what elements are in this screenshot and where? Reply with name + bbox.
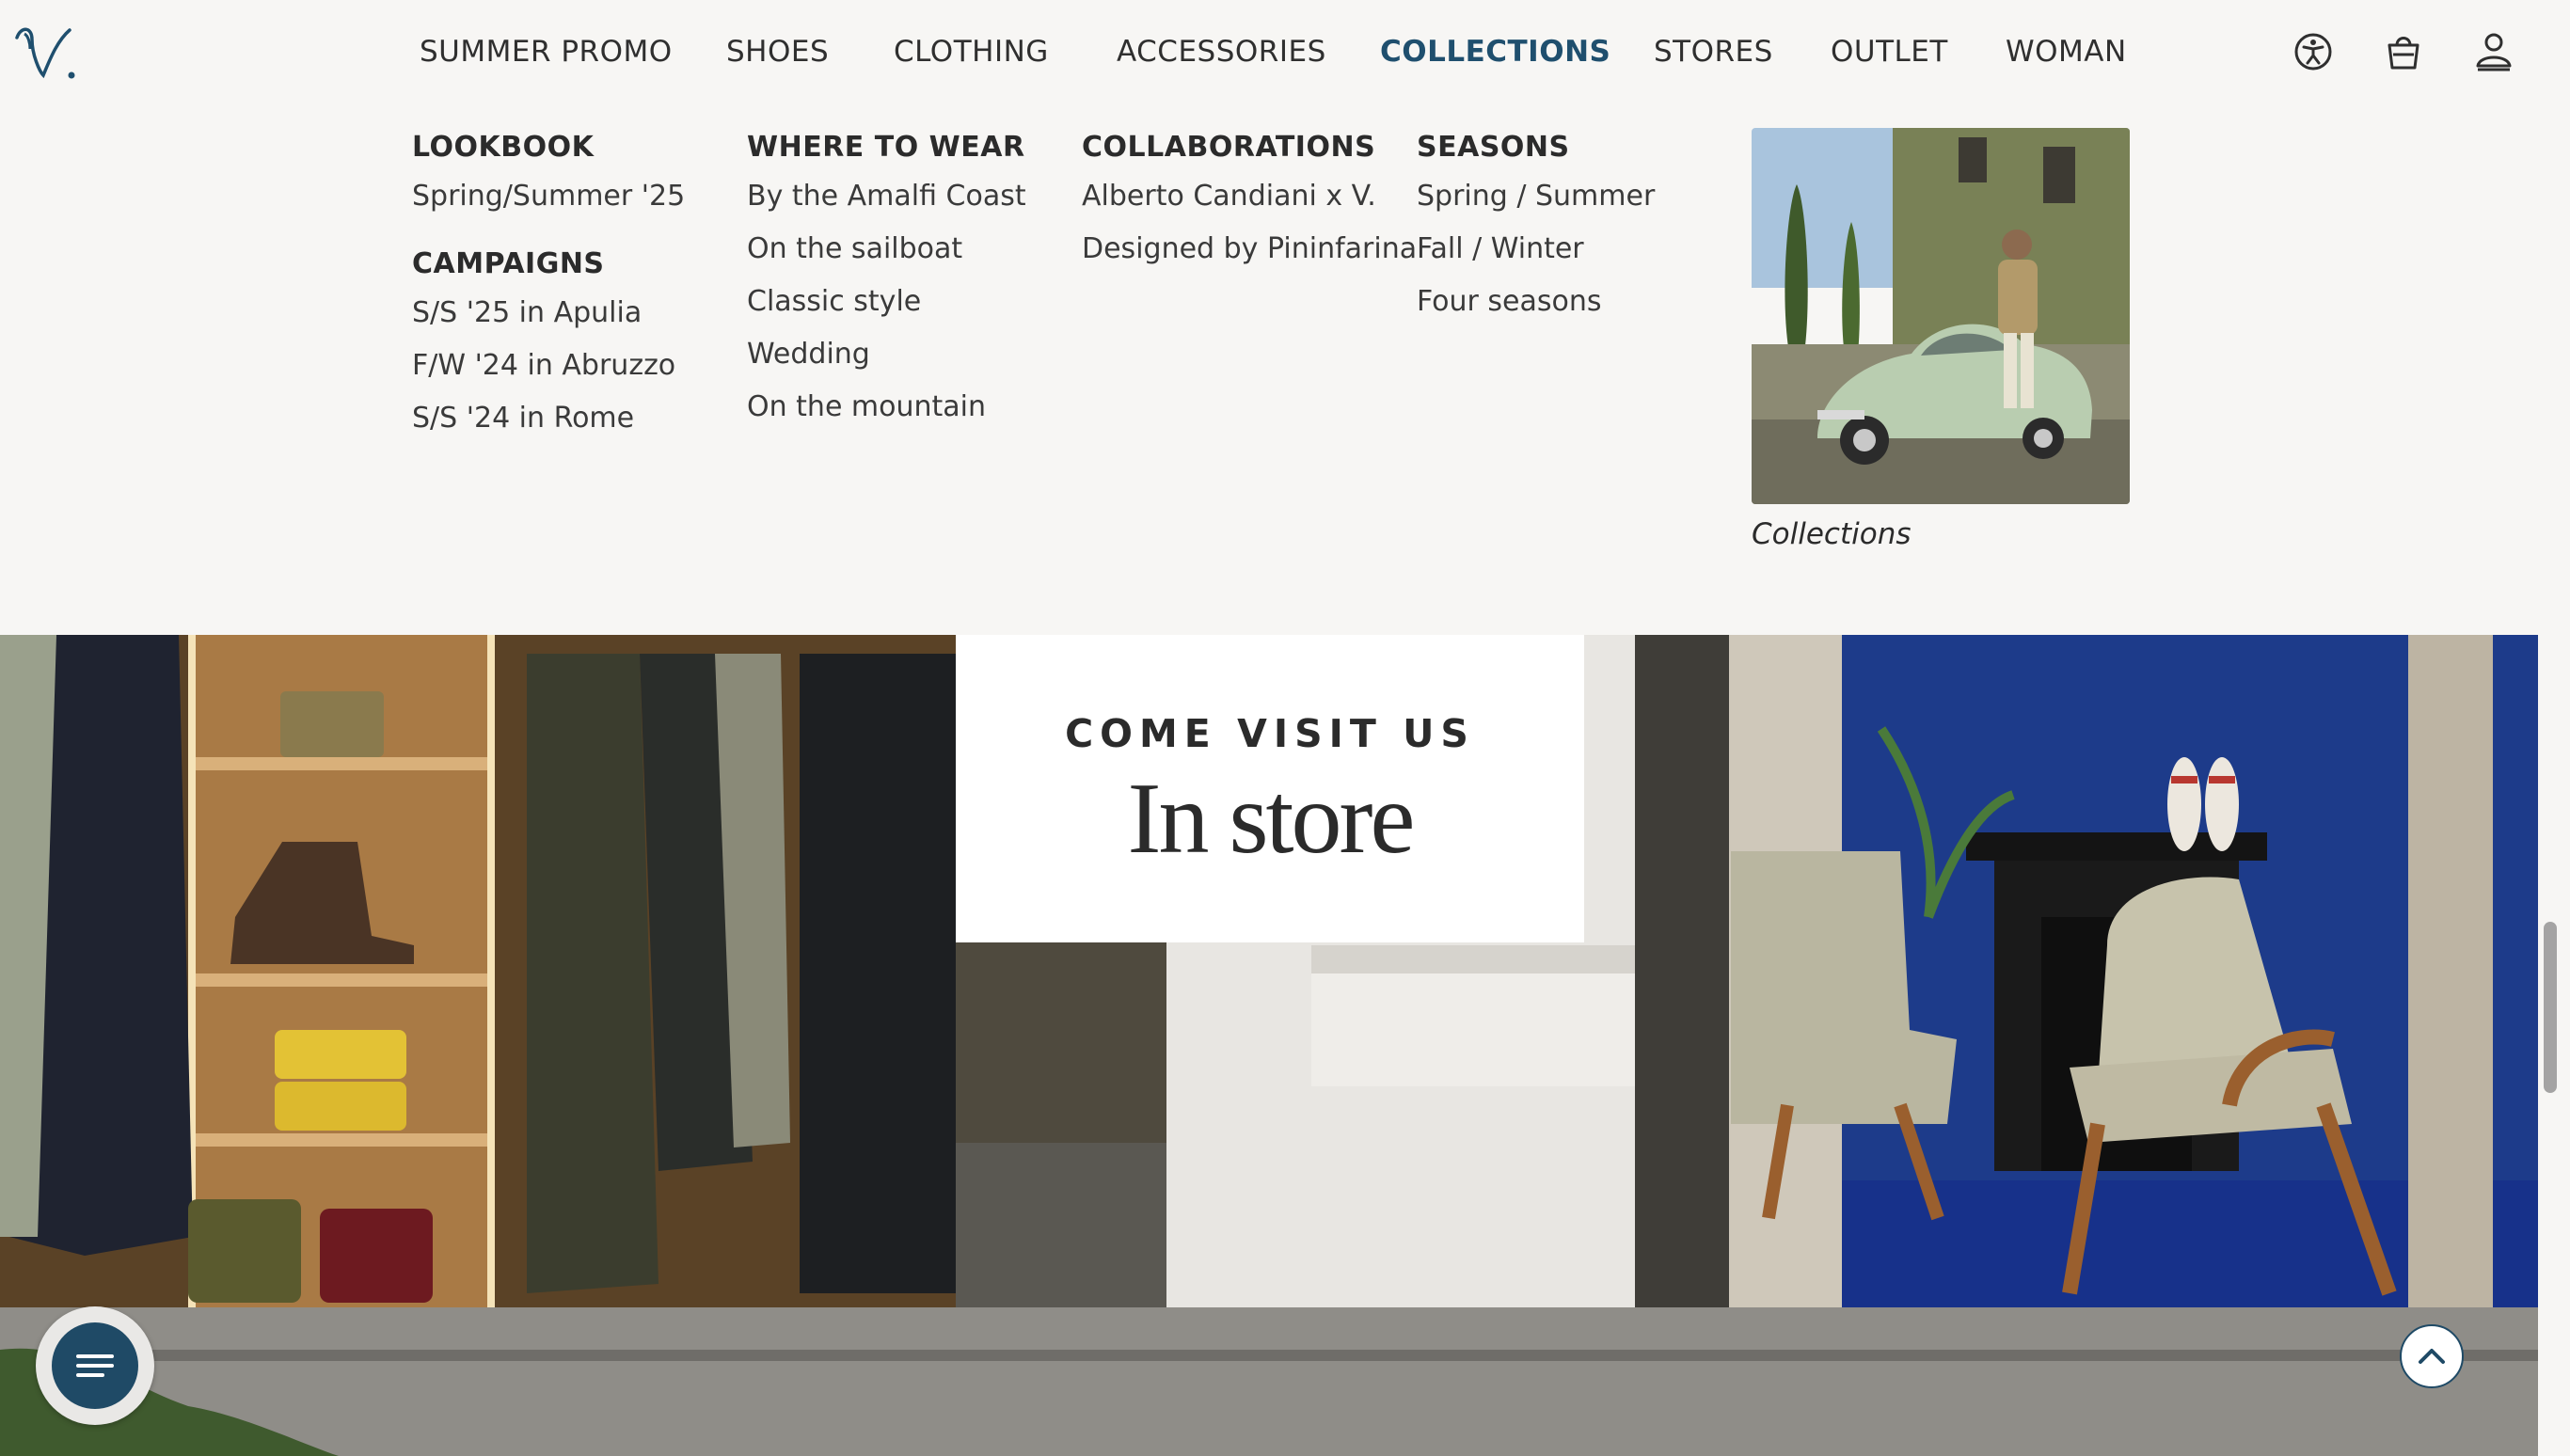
menu-column-seasons: SEASONS Spring / Summer Fall / Winter Fo…	[1417, 128, 1655, 322]
lookbook-heading: LOOKBOOK	[412, 131, 595, 164]
nav-woman[interactable]: WOMAN	[2006, 32, 2127, 71]
campaigns-heading: CAMPAIGNS	[412, 247, 605, 280]
collections-feature-caption[interactable]: Collections	[1752, 515, 1912, 553]
where-link-mountain[interactable]: On the mountain	[747, 388, 1026, 427]
nav-stores[interactable]: STORES	[1654, 32, 1773, 71]
collections-feature-image[interactable]	[1752, 128, 2130, 504]
site-header: SUMMER PROMO SHOES CLOTHING ACCESSORIES …	[0, 0, 2570, 105]
where-to-wear-heading: WHERE TO WEAR	[747, 131, 1025, 164]
collab-link-candiani[interactable]: Alberto Candiani x V.	[1082, 177, 1417, 216]
season-link-four-seasons[interactable]: Four seasons	[1417, 282, 1655, 322]
season-link-fall-winter[interactable]: Fall / Winter	[1417, 229, 1655, 269]
campaign-link-apulia[interactable]: S/S '25 in Apulia	[412, 293, 685, 333]
menu-column-where-to-wear: WHERE TO WEAR By the Amalfi Coast On the…	[747, 128, 1026, 427]
accessibility-icon[interactable]	[2290, 28, 2337, 75]
campaign-link-abruzzo[interactable]: F/W '24 in Abruzzo	[412, 346, 685, 386]
chevron-up-icon	[2419, 1349, 2445, 1364]
nav-accessories[interactable]: ACCESSORIES	[1117, 32, 1326, 71]
where-link-wedding[interactable]: Wedding	[747, 335, 1026, 374]
nav-outlet[interactable]: OUTLET	[1831, 32, 1948, 71]
collections-mega-menu: LOOKBOOK Spring/Summer '25 CAMPAIGNS S/S…	[0, 105, 2570, 635]
collaborations-heading: COLLABORATIONS	[1082, 131, 1376, 164]
back-to-top-button[interactable]	[2400, 1324, 2464, 1388]
menu-column-lookbook: LOOKBOOK Spring/Summer '25 CAMPAIGNS S/S…	[412, 128, 685, 438]
campaign-link-rome[interactable]: S/S '24 in Rome	[412, 399, 685, 438]
nav-summer-promo[interactable]: SUMMER PROMO	[420, 32, 673, 71]
lookbook-link-ss25[interactable]: Spring/Summer '25	[412, 177, 685, 216]
menu-column-collaborations: COLLABORATIONS Alberto Candiani x V. Des…	[1082, 128, 1417, 269]
shopping-bag-icon[interactable]	[2380, 28, 2427, 75]
where-link-classic[interactable]: Classic style	[747, 282, 1026, 322]
nav-shoes[interactable]: SHOES	[726, 32, 829, 71]
seasons-heading: SEASONS	[1417, 131, 1570, 164]
where-link-amalfi[interactable]: By the Amalfi Coast	[747, 177, 1026, 216]
visit-us-kicker: COME VISIT US	[1065, 711, 1475, 756]
chat-button[interactable]	[36, 1306, 154, 1425]
visit-us-title: In store	[1127, 763, 1416, 875]
visit-us-card: COME VISIT US In store	[956, 635, 1584, 942]
page-scrollbar-thumb[interactable]	[2544, 922, 2557, 1093]
account-icon[interactable]	[2470, 28, 2517, 75]
season-link-spring-summer[interactable]: Spring / Summer	[1417, 177, 1655, 216]
main-nav: SUMMER PROMO SHOES CLOTHING ACCESSORIES …	[0, 0, 2570, 105]
nav-collections[interactable]: COLLECTIONS	[1380, 32, 1610, 71]
collab-link-pininfarina[interactable]: Designed by Pininfarina	[1082, 229, 1417, 269]
nav-clothing[interactable]: CLOTHING	[894, 32, 1049, 71]
chat-icon	[52, 1322, 138, 1409]
where-link-sailboat[interactable]: On the sailboat	[747, 229, 1026, 269]
store-banner: COME VISIT US In store	[0, 635, 2570, 1456]
